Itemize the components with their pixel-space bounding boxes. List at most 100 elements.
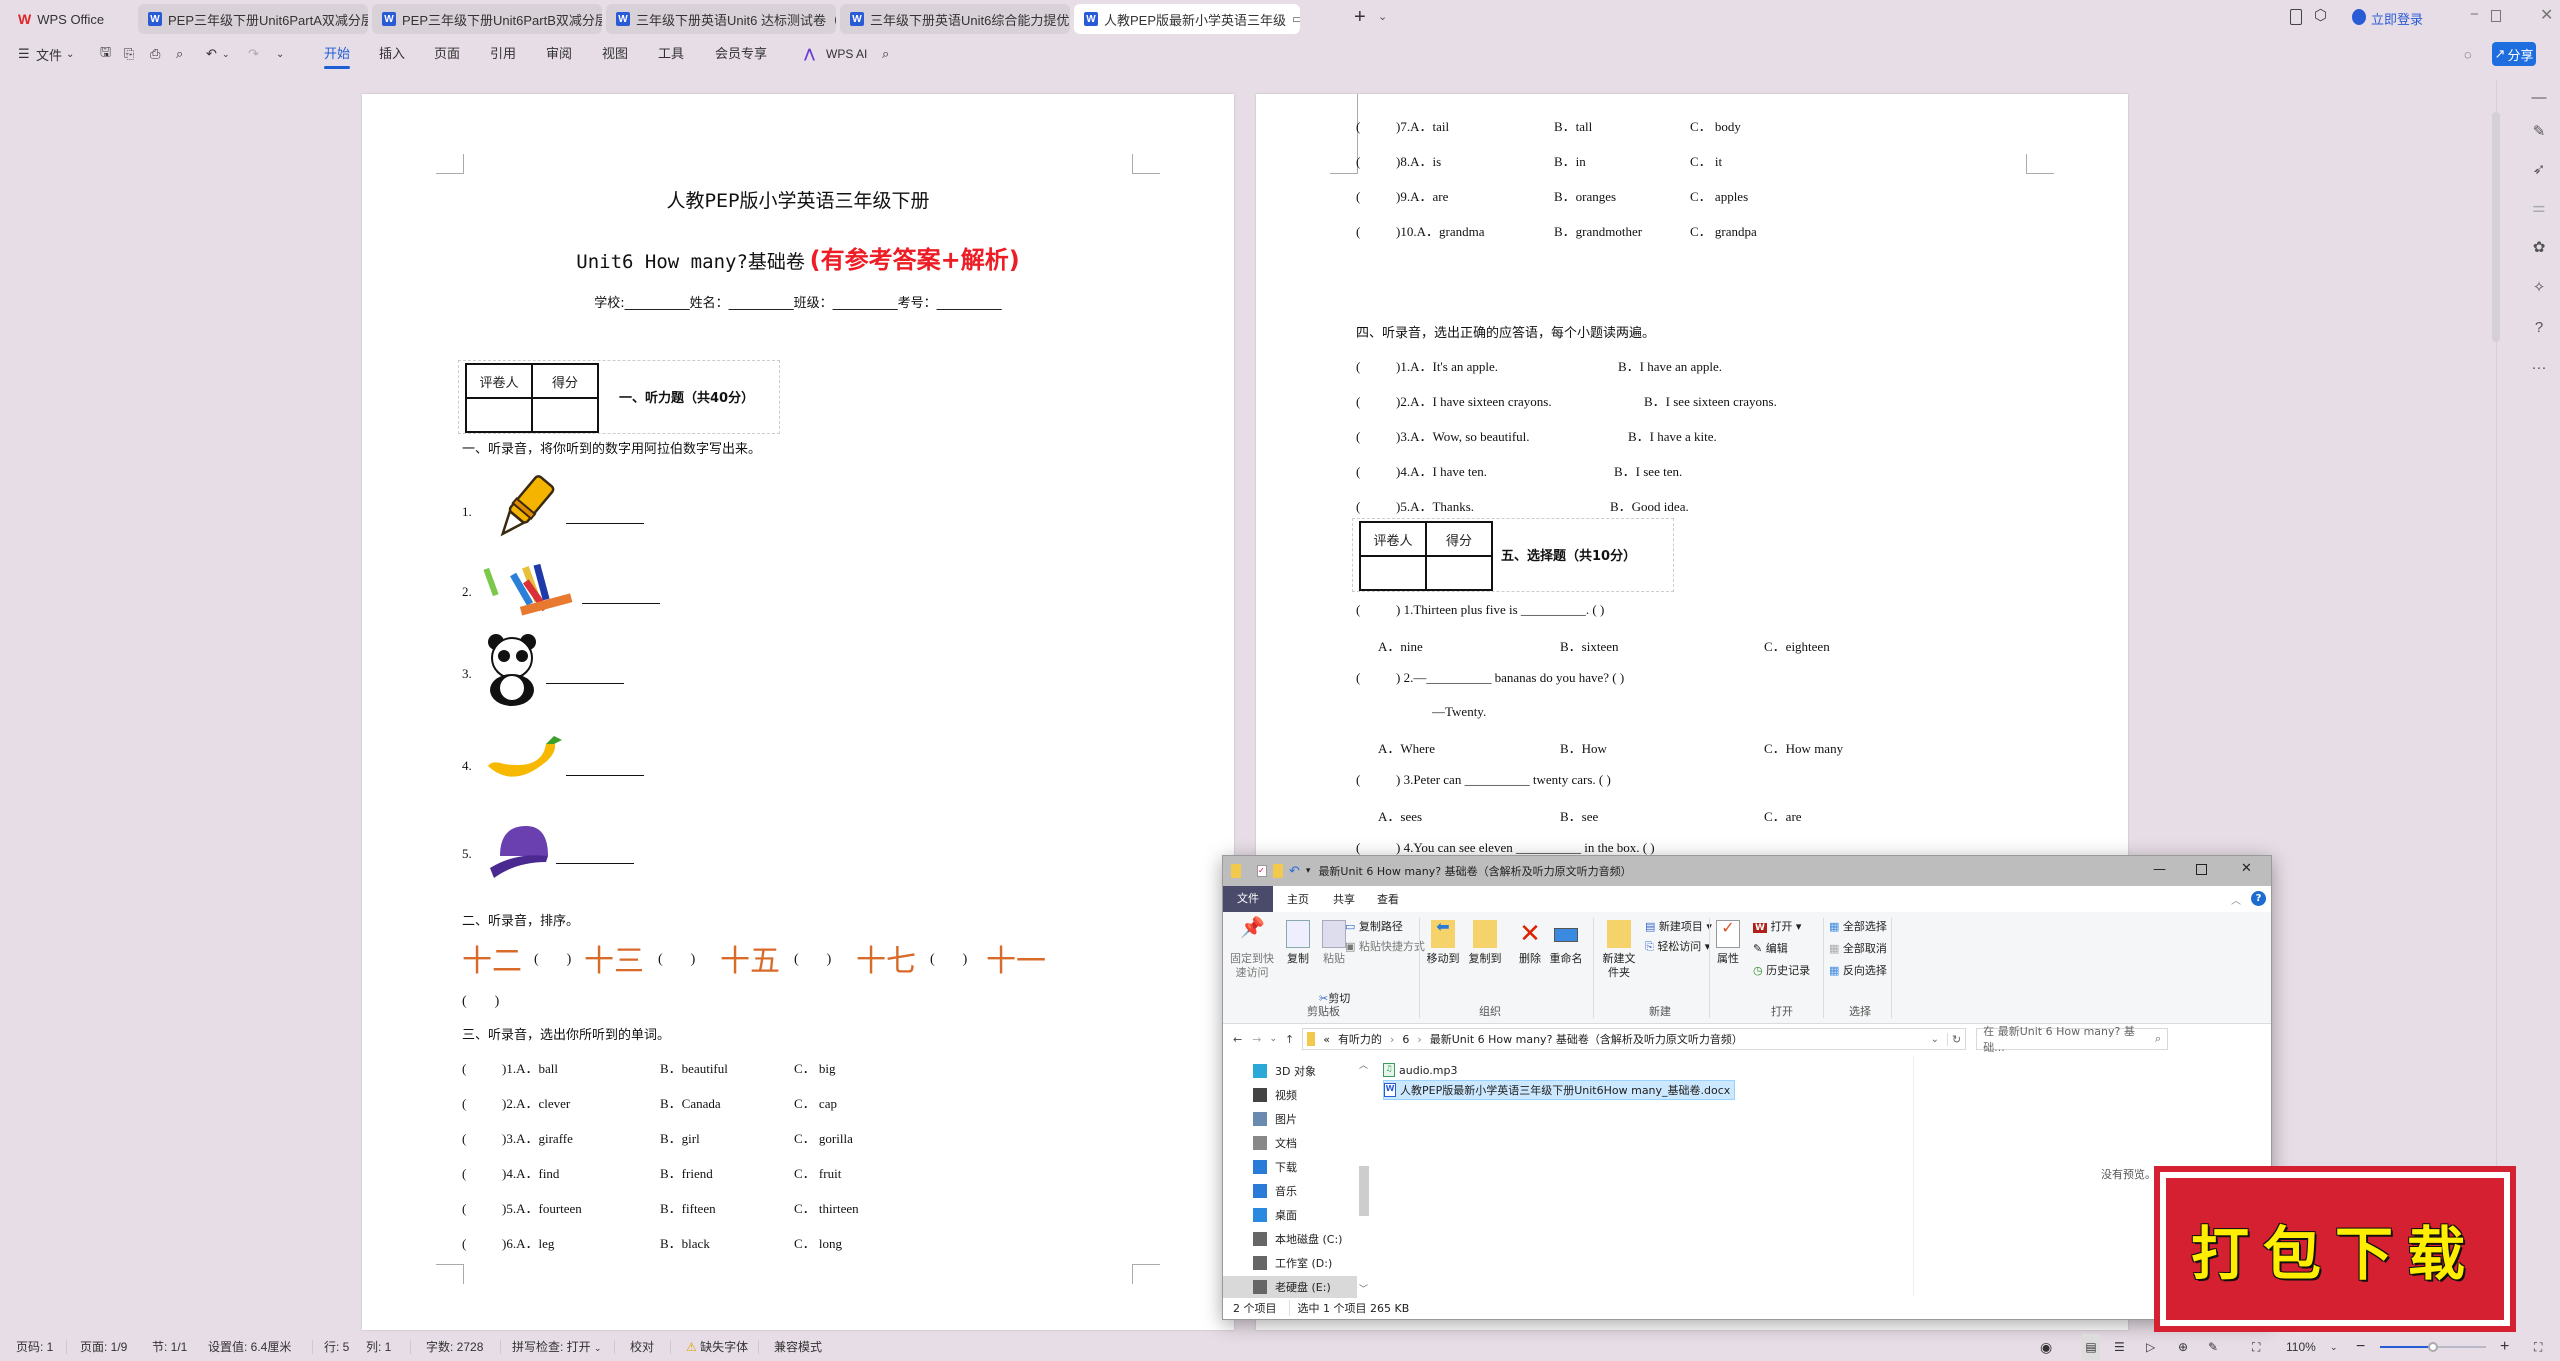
edit-button[interactable]: ✎ 编辑 xyxy=(1753,942,1788,956)
menu-file[interactable]: 文件 xyxy=(1223,886,1273,912)
answer-blank[interactable] xyxy=(566,512,644,524)
pen-icon[interactable]: ✎ xyxy=(2208,1334,2218,1360)
reviewer-cell[interactable] xyxy=(1359,555,1427,591)
properties-button[interactable]: ✓ 属性 xyxy=(1713,920,1743,966)
collapse-icon[interactable]: — xyxy=(2528,86,2550,108)
answer-blank[interactable] xyxy=(582,592,660,604)
file-item-selected[interactable]: W 人教PEP版最新小学英语三年级下册Unit6How many_基础卷.doc… xyxy=(1383,1080,1736,1100)
file-item[interactable]: ♫ audio.mp3 xyxy=(1383,1060,1735,1080)
answer-paren[interactable]: ( xyxy=(1356,189,1396,205)
score-cell[interactable] xyxy=(1425,555,1493,591)
nav-item[interactable]: 下载 xyxy=(1223,1156,1357,1178)
cube-icon[interactable]: ⬡ xyxy=(2314,6,2327,24)
new-folder-button[interactable]: 新建文件夹 xyxy=(1599,920,1639,980)
share-button[interactable]: ↗ 分享 xyxy=(2492,42,2536,66)
print-icon[interactable]: ⎙ xyxy=(150,38,160,70)
order-blank[interactable]: ( ) xyxy=(644,948,720,968)
tab-page[interactable]: 页面 xyxy=(434,38,460,70)
tab-list-chevron-icon[interactable]: ⌄ xyxy=(1378,10,1387,23)
section-info[interactable]: 节: 1/1 xyxy=(152,1334,187,1360)
pen-edit-icon[interactable]: ✎ xyxy=(2528,120,2550,142)
web-view-icon[interactable]: ⊕ xyxy=(2178,1334,2188,1360)
select-none-button[interactable]: ▦ 全部取消 xyxy=(1829,942,1887,956)
answer-blank[interactable] xyxy=(556,852,634,864)
page-count[interactable]: 页面: 1/9 xyxy=(80,1334,127,1360)
tab-insert[interactable]: 插入 xyxy=(379,38,405,70)
wps-ai-button[interactable]: WPS AI xyxy=(826,38,867,70)
back-icon[interactable]: ← xyxy=(1233,1033,1242,1046)
menu-view[interactable]: 查看 xyxy=(1365,891,1411,907)
scroll-down-icon[interactable]: ﹀ xyxy=(1359,1282,1368,1295)
tab-home[interactable]: 开始 xyxy=(324,38,351,70)
collapse-ribbon-icon[interactable]: ︿ xyxy=(2231,892,2241,907)
new-tab-plus-icon[interactable]: + xyxy=(1354,6,1366,29)
answer-paren[interactable]: ( xyxy=(1356,429,1396,445)
restore-icon[interactable] xyxy=(2491,10,2501,22)
select-all-button[interactable]: ▦ 全部选择 xyxy=(1829,920,1887,934)
open-button[interactable]: W 打开 ▾ xyxy=(1753,920,1801,935)
undo-icon[interactable]: ↶ xyxy=(206,38,217,70)
undo-dropdown-icon[interactable]: ⌄ xyxy=(222,38,230,70)
answer-paren[interactable]: ( xyxy=(462,1166,502,1182)
answer-paren[interactable]: ( xyxy=(462,1096,502,1112)
customize-quick-access-icon[interactable]: ▾ xyxy=(1306,866,1311,876)
search-input[interactable]: 在 最新Unit 6 How many? 基础... ⌕ xyxy=(1976,1025,2169,1054)
answer-paren[interactable]: ( xyxy=(1356,224,1396,240)
order-blank[interactable]: ( ) xyxy=(522,948,584,968)
nav-item[interactable]: 老硬盘 (E:) xyxy=(1223,1276,1357,1298)
zoom-dropdown-icon[interactable]: ⌄ xyxy=(2330,1334,2338,1360)
nav-item[interactable]: 视频 xyxy=(1223,1084,1357,1106)
zoom-in-icon[interactable]: + xyxy=(2500,1334,2509,1360)
answer-paren[interactable]: ( xyxy=(462,1061,502,1077)
tab-wps-office[interactable]: W WPS Office xyxy=(8,4,136,34)
fullscreen-icon[interactable]: ⛶ xyxy=(2534,1334,2542,1360)
invert-selection-button[interactable]: ▦ 反向选择 xyxy=(1829,964,1887,978)
maximize-icon[interactable] xyxy=(2196,864,2207,875)
tab-member[interactable]: 会员专享 xyxy=(715,38,767,70)
copy-path-button[interactable]: ▭ 复制路径 xyxy=(1345,920,1403,934)
scroll-up-icon[interactable]: ︿ xyxy=(1359,1058,1368,1071)
breadcrumb-item[interactable]: 6 xyxy=(1402,1033,1409,1046)
answer-paren[interactable]: ( xyxy=(1356,394,1396,410)
undo-quick-icon[interactable]: ↶ xyxy=(1289,864,1300,879)
nav-scrollbar-thumb[interactable] xyxy=(1359,1166,1369,1216)
close-icon[interactable]: ✕ xyxy=(2241,861,2252,876)
answer-paren[interactable]: ( xyxy=(462,1131,502,1147)
play-icon[interactable]: ▷ xyxy=(2146,1334,2155,1360)
eye-protection-icon[interactable]: ◉ xyxy=(2040,1334,2052,1360)
print-preview-icon[interactable]: ⌕ xyxy=(176,38,183,70)
missing-font-button[interactable]: ⚠ 缺失字体 xyxy=(686,1334,748,1360)
tab-review[interactable]: 审阅 xyxy=(546,38,572,70)
recent-dropdown-icon[interactable]: ⌄ xyxy=(1269,1034,1277,1044)
search-icon[interactable]: ⌕ xyxy=(882,38,889,70)
nav-item[interactable]: 本地磁盘 (C:) xyxy=(1223,1228,1357,1250)
zoom-level[interactable]: 110% xyxy=(2286,1334,2316,1360)
col-info[interactable]: 列: 1 xyxy=(366,1334,391,1360)
export-icon[interactable]: ⎘ xyxy=(124,38,134,70)
rename-button[interactable]: 重命名 xyxy=(1549,920,1583,966)
row-info[interactable]: 行: 5 xyxy=(324,1334,349,1360)
answer-blank[interactable] xyxy=(566,764,644,776)
tab-document-active[interactable]: W 人教PEP版最新小学英语三年级 ▭ ● xyxy=(1074,4,1300,34)
order-blank[interactable]: ( ) xyxy=(780,948,856,968)
forward-icon[interactable]: → xyxy=(1252,1033,1261,1046)
nav-item[interactable]: 文档 xyxy=(1223,1132,1357,1154)
more-icon[interactable]: ··· xyxy=(2528,356,2550,378)
file-menu[interactable]: 文件 xyxy=(36,38,62,70)
address-dropdown-icon[interactable]: ⌄ xyxy=(1931,1034,1939,1045)
fit-page-icon[interactable]: ⛶ xyxy=(2252,1334,2260,1360)
redo-icon[interactable]: ↷ xyxy=(248,38,259,70)
copy-button[interactable]: 复制 xyxy=(1283,920,1313,966)
paste-shortcut-button[interactable]: ▣ 粘贴快捷方式 xyxy=(1345,940,1425,954)
new-item-button[interactable]: ▤ 新建项目 ▾ xyxy=(1645,920,1712,934)
vertical-scrollbar[interactable] xyxy=(2492,112,2500,342)
download-package-stamp[interactable]: 打包下载 xyxy=(2154,1166,2516,1332)
minimize-icon[interactable]: — xyxy=(2153,862,2166,877)
nav-item[interactable]: 图片 xyxy=(1223,1108,1357,1130)
select-cursor-icon[interactable]: ➶ xyxy=(2528,158,2550,180)
tab-view[interactable]: 视图 xyxy=(602,38,628,70)
answer-blank[interactable] xyxy=(546,672,624,684)
word-count[interactable]: 字数: 2728 xyxy=(426,1334,483,1360)
nav-item[interactable]: 桌面 xyxy=(1223,1204,1357,1226)
properties-quick-icon[interactable]: ✓ xyxy=(1257,865,1267,877)
